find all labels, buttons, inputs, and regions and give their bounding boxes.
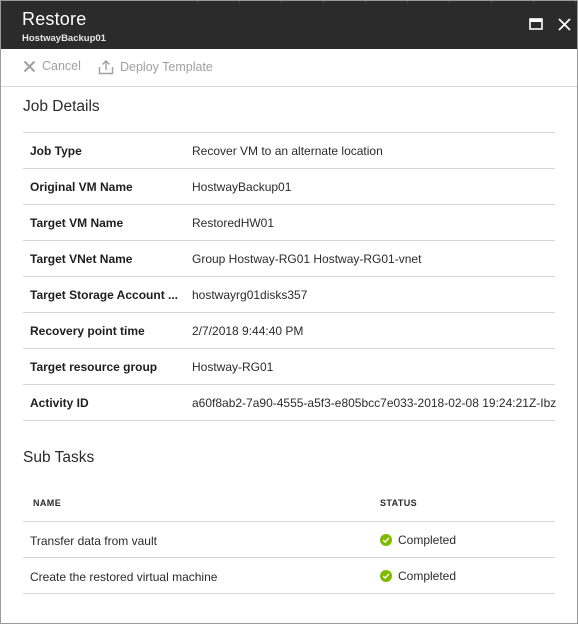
close-icon [557, 17, 571, 31]
command-bar: Cancel Deploy Template [1, 49, 577, 87]
detail-value: Recover VM to an alternate location [192, 144, 383, 158]
blade-header: Restore HostwayBackup01 [1, 1, 577, 49]
detail-row-original-vm-name: Original VM Name HostwayBackup01 [23, 169, 555, 205]
restore-blade: Restore HostwayBackup01 Cancel Deploy Te… [0, 0, 578, 624]
sub-task-status-label: Completed [398, 533, 457, 547]
sub-tasks-table: NAME STATUS Transfer data from vault Com… [23, 486, 555, 594]
deploy-template-label: Deploy Template [120, 60, 213, 74]
job-details-heading: Job Details [23, 98, 100, 115]
job-details-table: Job Type Recover VM to an alternate loca… [23, 132, 557, 421]
maximize-button[interactable] [525, 13, 547, 35]
detail-label: Activity ID [30, 396, 89, 410]
blade-subtitle: HostwayBackup01 [22, 33, 106, 44]
detail-value: hostwayrg01disks357 [192, 288, 308, 302]
detail-value: 2/7/2018 9:44:40 PM [192, 324, 304, 338]
sub-task-status-label: Completed [398, 569, 457, 583]
sub-tasks-header-row: NAME STATUS [23, 486, 555, 522]
success-check-icon [380, 570, 392, 582]
success-check-icon [380, 534, 392, 546]
column-header-status: STATUS [380, 498, 418, 508]
sub-tasks-heading: Sub Tasks [23, 449, 95, 466]
detail-label: Recovery point time [30, 324, 145, 338]
header-divider-lines [197, 1, 577, 3]
detail-value: RestoredHW01 [192, 216, 275, 230]
maximize-icon [529, 18, 543, 30]
detail-row-target-vm-name: Target VM Name RestoredHW01 [23, 205, 555, 241]
detail-label: Original VM Name [30, 180, 133, 194]
detail-label: Target Storage Account ... [30, 288, 179, 302]
close-icon [23, 60, 36, 72]
detail-row-target-vnet-name: Target VNet Name Group Hostway-RG01 Host… [23, 241, 555, 277]
column-header-name: NAME [33, 498, 62, 508]
detail-value: HostwayBackup01 [192, 180, 292, 194]
detail-value: Group Hostway-RG01 Hostway-RG01-vnet [192, 252, 422, 266]
upload-icon [98, 60, 114, 75]
sub-task-name: Transfer data from vault [30, 534, 157, 548]
detail-label: Target VM Name [30, 216, 124, 230]
detail-label: Job Type [30, 144, 82, 158]
detail-label: Target resource group [30, 360, 158, 374]
cancel-button[interactable]: Cancel [23, 59, 81, 73]
blade-title: Restore [22, 9, 87, 29]
deploy-template-button[interactable]: Deploy Template [98, 59, 213, 75]
close-button[interactable] [553, 13, 575, 35]
sub-task-row[interactable]: Transfer data from vault Completed [23, 522, 555, 558]
detail-value: a60f8ab2-7a90-4555-a5f3-e805bcc7e033-201… [192, 396, 557, 410]
cancel-label: Cancel [42, 59, 81, 73]
detail-label: Target VNet Name [30, 252, 133, 266]
sub-task-name: Create the restored virtual machine [30, 570, 218, 584]
sub-task-status: Completed [380, 569, 456, 583]
detail-value: Hostway-RG01 [192, 360, 274, 374]
sub-task-status: Completed [380, 533, 456, 547]
sub-task-row[interactable]: Create the restored virtual machine Comp… [23, 558, 555, 594]
detail-row-recovery-point-time: Recovery point time 2/7/2018 9:44:40 PM [23, 313, 555, 349]
detail-row-job-type: Job Type Recover VM to an alternate loca… [23, 133, 555, 169]
detail-row-activity-id: Activity ID a60f8ab2-7a90-4555-a5f3-e805… [23, 385, 557, 421]
detail-row-target-resource-group: Target resource group Hostway-RG01 [23, 349, 555, 385]
detail-row-target-storage-account: Target Storage Account ... hostwayrg01di… [23, 277, 555, 313]
